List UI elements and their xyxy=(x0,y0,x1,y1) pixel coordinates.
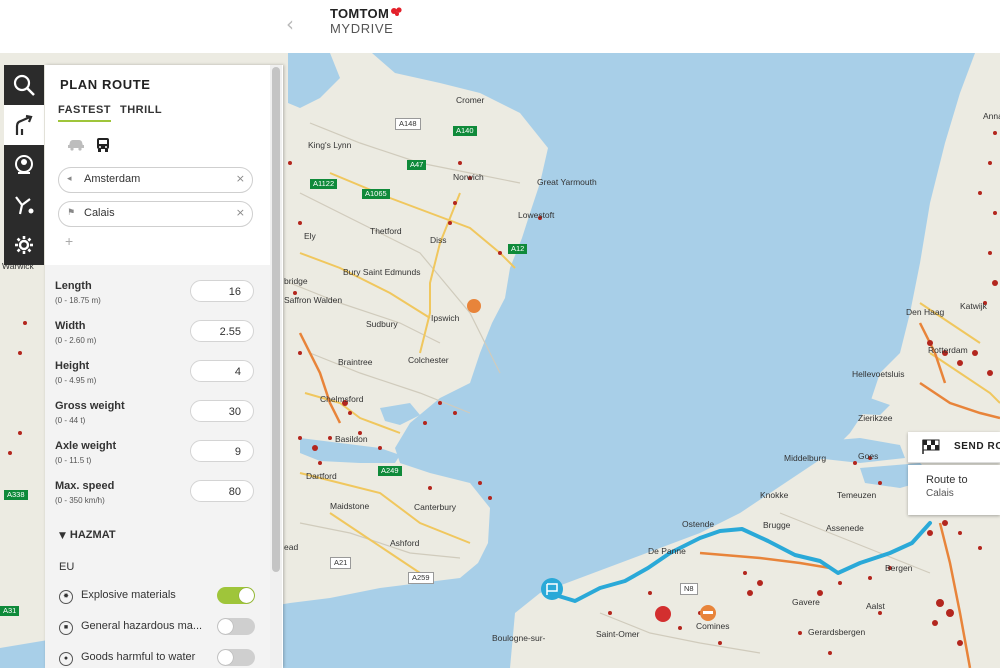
truck-width-range: (0 - 2.60 m) xyxy=(55,336,97,345)
truck-height-row: Height (0 - 4.95 m) 4 xyxy=(45,360,270,400)
hazmat-label: HAZMAT xyxy=(69,529,116,541)
truck-height-range: (0 - 4.95 m) xyxy=(55,376,97,385)
logo-text-bottom: MYDRIVE xyxy=(330,21,394,36)
truck-width-input[interactable]: 2.55 xyxy=(190,320,254,342)
truck-length-label: Length xyxy=(55,280,92,292)
eu-label: EU xyxy=(59,561,75,573)
settings-button[interactable] xyxy=(4,225,44,265)
truck-max-speed-label: Max. speed xyxy=(55,480,115,492)
logo-dots-icon xyxy=(391,7,402,16)
car-icon[interactable] xyxy=(67,137,85,151)
truck-length-input[interactable]: 16 xyxy=(190,280,254,302)
plan-route-panel: PLAN ROUTE FASTEST THRILL ◂ Amsterdam × … xyxy=(45,65,283,668)
tab-thrill[interactable]: THRILL xyxy=(120,104,162,116)
checkered-flag-icon xyxy=(922,439,940,454)
hazmat-explosive-label: Explosive materials xyxy=(81,589,176,601)
send-route-popup: SEND RO Route to Calais xyxy=(908,432,1000,517)
origin-text: Amsterdam xyxy=(84,173,141,185)
hazmat-general-row: ■ General hazardous ma... xyxy=(45,618,270,640)
hazmat-water-toggle[interactable] xyxy=(217,649,255,666)
route-to-label: Route to xyxy=(926,474,968,486)
truck-axle-weight-range: (0 - 11.5 t) xyxy=(55,456,92,465)
truck-icon[interactable] xyxy=(95,137,111,153)
truck-axle-weight-row: Axle weight (0 - 11.5 t) 9 xyxy=(45,440,270,480)
panel-title: PLAN ROUTE xyxy=(60,77,151,92)
continent-land xyxy=(510,53,1000,668)
truck-height-input[interactable]: 4 xyxy=(190,360,254,382)
route-button[interactable] xyxy=(4,105,44,145)
truck-gross-weight-input[interactable]: 30 xyxy=(190,400,254,422)
hazmat-water-label: Goods harmful to water xyxy=(81,651,196,663)
truck-gross-weight-label: Gross weight xyxy=(55,400,125,412)
scrollbar-thumb[interactable] xyxy=(272,67,280,572)
route-summary[interactable]: Route to Calais xyxy=(908,465,1000,515)
truck-gross-weight-row: Gross weight (0 - 44 t) 30 xyxy=(45,400,270,440)
roadworks-icon[interactable] xyxy=(655,606,671,622)
route-planner-icon xyxy=(15,196,34,215)
truck-max-speed-input[interactable]: 80 xyxy=(190,480,254,502)
route-planner-button[interactable] xyxy=(4,185,44,225)
logo-text-top: TOMTOM xyxy=(330,6,390,21)
places-button[interactable] xyxy=(4,145,44,185)
hazmat-arrow-icon: ▼ xyxy=(59,531,66,541)
clear-destination-icon[interactable]: × xyxy=(236,206,245,219)
toolbar xyxy=(4,65,44,265)
origin-field[interactable]: ◂ Amsterdam × xyxy=(58,167,253,193)
truck-width-row: Width (0 - 2.60 m) 2.55 xyxy=(45,320,270,360)
search-button[interactable] xyxy=(4,65,44,105)
explosive-icon: ✸ xyxy=(59,590,73,604)
incident-icon[interactable] xyxy=(467,299,481,313)
header: ‹ TOMTOM MYDRIVE xyxy=(0,0,1000,53)
hazmat-water-row: ● Goods harmful to water xyxy=(45,649,270,668)
truck-axle-weight-label: Axle weight xyxy=(55,440,117,452)
route-destination-label: Calais xyxy=(926,488,954,499)
truck-gross-weight-range: (0 - 44 t) xyxy=(55,416,86,425)
hazmat-explosive-toggle[interactable] xyxy=(217,587,255,604)
hazmat-general-label: General hazardous ma... xyxy=(81,620,203,632)
truck-max-speed-range: (0 - 350 km/h) xyxy=(55,496,105,505)
back-chevron-icon[interactable]: ‹ xyxy=(286,12,294,36)
hazardous-icon: ■ xyxy=(59,621,73,635)
destination-flag-icon: ⚑ xyxy=(67,208,76,218)
truck-max-speed-row: Max. speed (0 - 350 km/h) 80 xyxy=(45,480,270,520)
tomtom-mydrive-logo[interactable]: TOMTOM MYDRIVE xyxy=(330,7,403,35)
send-route-title: SEND RO xyxy=(954,441,1000,452)
truck-width-label: Width xyxy=(55,320,86,332)
search-icon xyxy=(13,74,35,96)
destination-field[interactable]: ⚑ Calais × xyxy=(58,201,253,227)
route-start-marker[interactable] xyxy=(541,578,563,600)
truck-axle-weight-input[interactable]: 9 xyxy=(190,440,254,462)
panel-scrollbar[interactable] xyxy=(270,65,282,668)
truck-height-label: Height xyxy=(55,360,90,372)
hazmat-toggle[interactable]: ▼ HAZMAT xyxy=(59,529,116,541)
gear-icon xyxy=(15,236,33,254)
hazmat-general-toggle[interactable] xyxy=(217,618,255,635)
hazmat-explosive-row: ✸ Explosive materials xyxy=(45,587,270,609)
truck-length-range: (0 - 18.75 m) xyxy=(55,296,101,305)
tab-fastest[interactable]: FASTEST xyxy=(58,104,112,122)
send-route-button[interactable]: SEND RO xyxy=(908,432,1000,463)
location-pin-icon xyxy=(15,155,33,174)
add-waypoint-button[interactable]: + xyxy=(65,233,73,249)
truck-settings: Length (0 - 18.75 m) 16 Width (0 - 2.60 … xyxy=(45,265,270,668)
origin-marker-icon: ◂ xyxy=(67,174,72,184)
route-icon xyxy=(15,114,33,135)
truck-length-row: Length (0 - 18.75 m) 16 xyxy=(45,280,270,320)
water-harmful-icon: ● xyxy=(59,652,73,666)
destination-text: Calais xyxy=(84,207,115,219)
clear-origin-icon[interactable]: × xyxy=(236,172,245,185)
